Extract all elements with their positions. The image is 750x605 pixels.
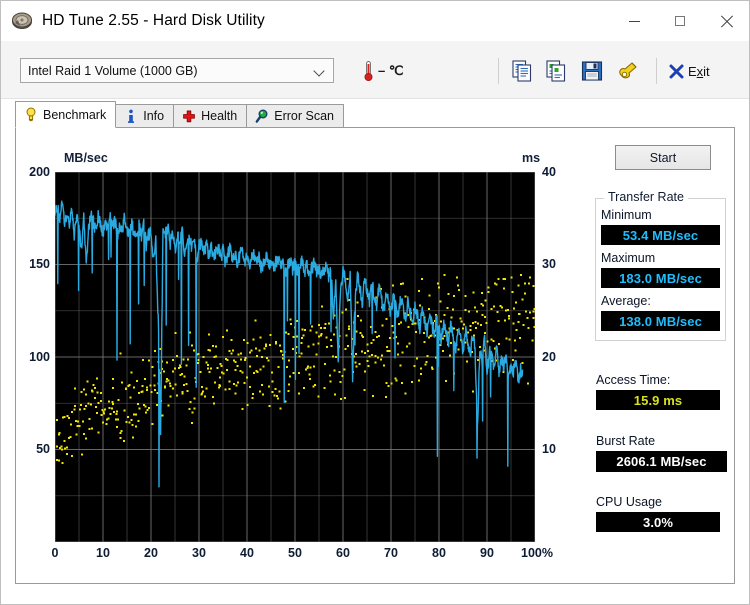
minimize-icon [628, 20, 640, 22]
x-tick: 80 [432, 546, 446, 560]
transfer-rate-legend: Transfer Rate [604, 190, 688, 204]
results-panel: Start Transfer Rate Minimum 53.4 MB/sec … [576, 128, 734, 568]
exit-button[interactable]: Exit [669, 58, 710, 84]
maximum-label: Maximum [601, 251, 656, 265]
x-tick: 90 [480, 546, 494, 560]
hard-disk-icon [11, 10, 33, 32]
y-tick: 200 [29, 165, 50, 179]
tab-health[interactable]: Health [173, 104, 248, 128]
y-tick: 50 [36, 442, 50, 456]
tab-info-label: Info [143, 109, 165, 123]
x-tick: 70 [384, 546, 398, 560]
x-tick: 10 [96, 546, 110, 560]
access-time-value: 15.9 ms [596, 390, 720, 410]
average-value: 138.0 MB/sec [601, 311, 720, 331]
drive-select-value: Intel Raid 1 Volume (1000 GB) [28, 63, 198, 78]
y2-tick: 20 [542, 350, 556, 364]
tab-error-scan[interactable]: Error Scan [246, 104, 344, 128]
x-tick: 30 [192, 546, 206, 560]
tab-benchmark[interactable]: Benchmark [15, 101, 117, 128]
options-icon[interactable] [615, 58, 641, 84]
toolbar-separator [656, 58, 657, 84]
burst-rate-label: Burst Rate [596, 434, 656, 448]
window-title: HD Tune 2.55 - Hard Disk Utility [42, 12, 265, 29]
lightbulb-icon [24, 107, 38, 122]
red-cross-icon [182, 109, 196, 124]
minimum-label: Minimum [601, 208, 652, 222]
x-tick: 50 [288, 546, 302, 560]
title-bar: HD Tune 2.55 - Hard Disk Utility [1, 1, 749, 41]
minimum-value: 53.4 MB/sec [601, 225, 720, 245]
thermometer-icon [363, 60, 374, 82]
info-icon [124, 109, 138, 124]
toolbar-separator [498, 58, 499, 84]
magnifier-icon [255, 109, 269, 124]
x-tick: 40 [240, 546, 254, 560]
copy-screenshot-icon[interactable] [543, 58, 569, 84]
plot-svg [54, 171, 538, 543]
tab-error-scan-label: Error Scan [274, 109, 334, 123]
minimize-button[interactable] [611, 1, 657, 41]
x-tick: 60 [336, 546, 350, 560]
y-axis-title: MB/sec [64, 151, 108, 165]
burst-rate-value: 2606.1 MB/sec [596, 451, 727, 472]
plot-area [54, 171, 538, 543]
y-tick: 150 [29, 257, 50, 271]
drive-select[interactable]: Intel Raid 1 Volume (1000 GB) [20, 58, 334, 83]
maximize-button[interactable] [657, 1, 703, 41]
maximum-value: 183.0 MB/sec [601, 268, 720, 288]
x-tick: 100% [521, 546, 553, 560]
y2-tick: 30 [542, 257, 556, 271]
close-icon [720, 15, 733, 28]
hdtune-window: HD Tune 2.55 - Hard Disk Utility Intel R… [0, 0, 750, 605]
chevron-down-icon [315, 67, 324, 76]
start-button[interactable]: Start [615, 145, 711, 170]
maximize-icon [675, 16, 685, 26]
x-tick: 0 [51, 546, 59, 560]
temperature-indicator: – ℃ [363, 58, 403, 84]
save-icon[interactable] [579, 58, 605, 84]
tab-health-label: Health [201, 109, 238, 123]
y2-tick: 40 [542, 165, 556, 179]
benchmark-panel: MB/sec ms 200 150 100 50 40 30 20 10 0 1… [15, 127, 735, 584]
y2-tick: 10 [542, 442, 556, 456]
close-x-icon [669, 64, 684, 79]
access-time-label: Access Time: [596, 373, 671, 387]
y-tick: 100 [29, 350, 50, 364]
close-button[interactable] [703, 1, 749, 41]
window-controls [611, 1, 749, 41]
cpu-usage-value: 3.0% [596, 512, 720, 532]
cpu-usage-label: CPU Usage [596, 495, 662, 509]
tab-strip: Benchmark Info Health Error Scan [15, 101, 344, 128]
average-label: Average: [601, 294, 651, 308]
x-tick: 20 [144, 546, 158, 560]
tab-info[interactable]: Info [115, 104, 175, 128]
exit-label: Exit [688, 63, 710, 79]
copy-icon[interactable] [509, 58, 535, 84]
benchmark-chart: MB/sec ms 200 150 100 50 40 30 20 10 0 1… [16, 128, 576, 568]
temperature-value: – ℃ [378, 63, 404, 78]
y2-axis-title: ms [522, 151, 541, 165]
tab-benchmark-label: Benchmark [43, 107, 107, 122]
